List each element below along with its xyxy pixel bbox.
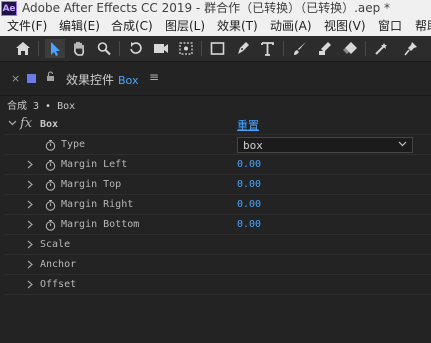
after-effects-logo-icon: Ae (1, 1, 17, 16)
toolbar-divider (201, 41, 202, 56)
chevron-right-icon[interactable] (26, 280, 34, 292)
property-label: Margin Right (61, 199, 134, 210)
camera-icon[interactable] (151, 39, 171, 58)
property-row-type: Type box (0, 135, 431, 155)
menu-bar: 文件(F) 编辑(E) 合成(C) 图层(L) 效果(T) 动画(A) 视图(V… (0, 17, 431, 37)
menu-edit[interactable]: 编辑(E) (59, 17, 100, 36)
chevron-right-icon[interactable] (26, 180, 34, 192)
type-dropdown[interactable]: box (237, 137, 413, 153)
breadcrumb: 合成 3 • Box (7, 101, 76, 112)
toolbar-divider (38, 41, 39, 56)
effect-controls-panel-tab: × 效果控件 Box ≡ (0, 62, 431, 95)
stopwatch-icon[interactable] (45, 199, 56, 214)
panel-title-label: 效果控件 (66, 73, 115, 87)
reset-link[interactable]: 重置 (237, 117, 259, 133)
group-row-scale[interactable]: Scale (0, 235, 431, 255)
margin-right-value[interactable]: 0.00 (237, 199, 261, 210)
stopwatch-icon[interactable] (45, 179, 56, 194)
margin-bottom-value[interactable]: 0.00 (237, 219, 261, 230)
group-row-offset[interactable]: Offset (0, 275, 431, 295)
eraser-icon[interactable] (340, 39, 360, 58)
group-row-anchor[interactable]: Anchor (0, 255, 431, 275)
menu-help[interactable]: 帮助 (415, 17, 431, 36)
chevron-right-icon[interactable] (26, 160, 34, 172)
property-row-margin-bottom: Margin Bottom 0.00 (0, 215, 431, 235)
margin-left-value[interactable]: 0.00 (237, 159, 261, 170)
clone-stamp-icon[interactable] (315, 39, 335, 58)
property-label: Margin Bottom (61, 219, 140, 230)
menu-animation[interactable]: 动画(A) (270, 17, 312, 36)
menu-view[interactable]: 视图(V) (324, 17, 366, 36)
menu-effect[interactable]: 效果(T) (217, 17, 258, 36)
fx-toggle-icon[interactable]: fx (20, 116, 32, 131)
menu-layer[interactable]: 图层(L) (165, 17, 205, 36)
pan-behind-icon[interactable] (176, 39, 196, 58)
brush-icon[interactable] (290, 39, 310, 58)
menu-window[interactable]: 窗口 (378, 17, 402, 36)
toolbar-divider (365, 41, 366, 56)
puppet-pin-icon[interactable] (401, 39, 421, 58)
hand-icon[interactable] (69, 39, 89, 58)
menu-file[interactable]: 文件(F) (7, 17, 47, 36)
panel-divider (0, 95, 431, 96)
group-label: Offset (40, 279, 77, 290)
close-panel-icon[interactable]: × (11, 72, 20, 85)
panel-title[interactable]: 效果控件 Box (66, 71, 138, 88)
lock-icon[interactable] (46, 71, 55, 85)
window-title: Adobe After Effects CC 2019 - 群合作（已转换）（已… (22, 1, 391, 15)
chevron-right-icon[interactable] (26, 200, 34, 212)
layer-color-swatch (27, 74, 36, 83)
toolbar-divider (119, 41, 120, 56)
property-label: Margin Left (61, 159, 128, 170)
property-label: Type (61, 139, 86, 150)
zoom-icon[interactable] (94, 39, 114, 58)
roto-brush-icon[interactable] (372, 39, 392, 58)
menu-composition[interactable]: 合成(C) (111, 17, 153, 36)
rotate-icon[interactable] (126, 39, 146, 58)
panel-menu-icon[interactable]: ≡ (149, 70, 159, 84)
title-bar: Ae Adobe After Effects CC 2019 - 群合作（已转换… (0, 0, 431, 17)
chevron-right-icon[interactable] (26, 260, 34, 272)
stopwatch-icon[interactable] (45, 159, 56, 174)
selection-arrow-icon[interactable] (45, 39, 65, 58)
effect-name: Box (40, 119, 59, 130)
property-row-margin-left: Margin Left 0.00 (0, 155, 431, 175)
home-icon[interactable] (13, 39, 33, 58)
type-dropdown-value: box (243, 139, 263, 152)
margin-top-value[interactable]: 0.00 (237, 179, 261, 190)
stopwatch-icon[interactable] (45, 219, 56, 234)
property-label: Margin Top (61, 179, 122, 190)
stopwatch-icon[interactable] (45, 139, 56, 154)
chevron-right-icon[interactable] (26, 220, 34, 232)
group-label: Scale (40, 239, 71, 250)
panel-layer-name: Box (118, 74, 139, 87)
property-row-margin-top: Margin Top 0.00 (0, 175, 431, 195)
type-icon[interactable] (258, 39, 278, 58)
pen-icon[interactable] (233, 39, 253, 58)
group-label: Anchor (40, 259, 77, 270)
chevron-right-icon[interactable] (26, 240, 34, 252)
toolbar-divider (283, 41, 284, 56)
row-divider (4, 294, 431, 295)
chevron-down-icon (398, 139, 407, 151)
effect-header-row[interactable]: fx Box 重置 (0, 115, 431, 135)
rectangle-icon[interactable] (208, 39, 228, 58)
tools-toolbar (0, 36, 431, 62)
chevron-down-icon[interactable] (8, 118, 17, 130)
property-row-margin-right: Margin Right 0.00 (0, 195, 431, 215)
